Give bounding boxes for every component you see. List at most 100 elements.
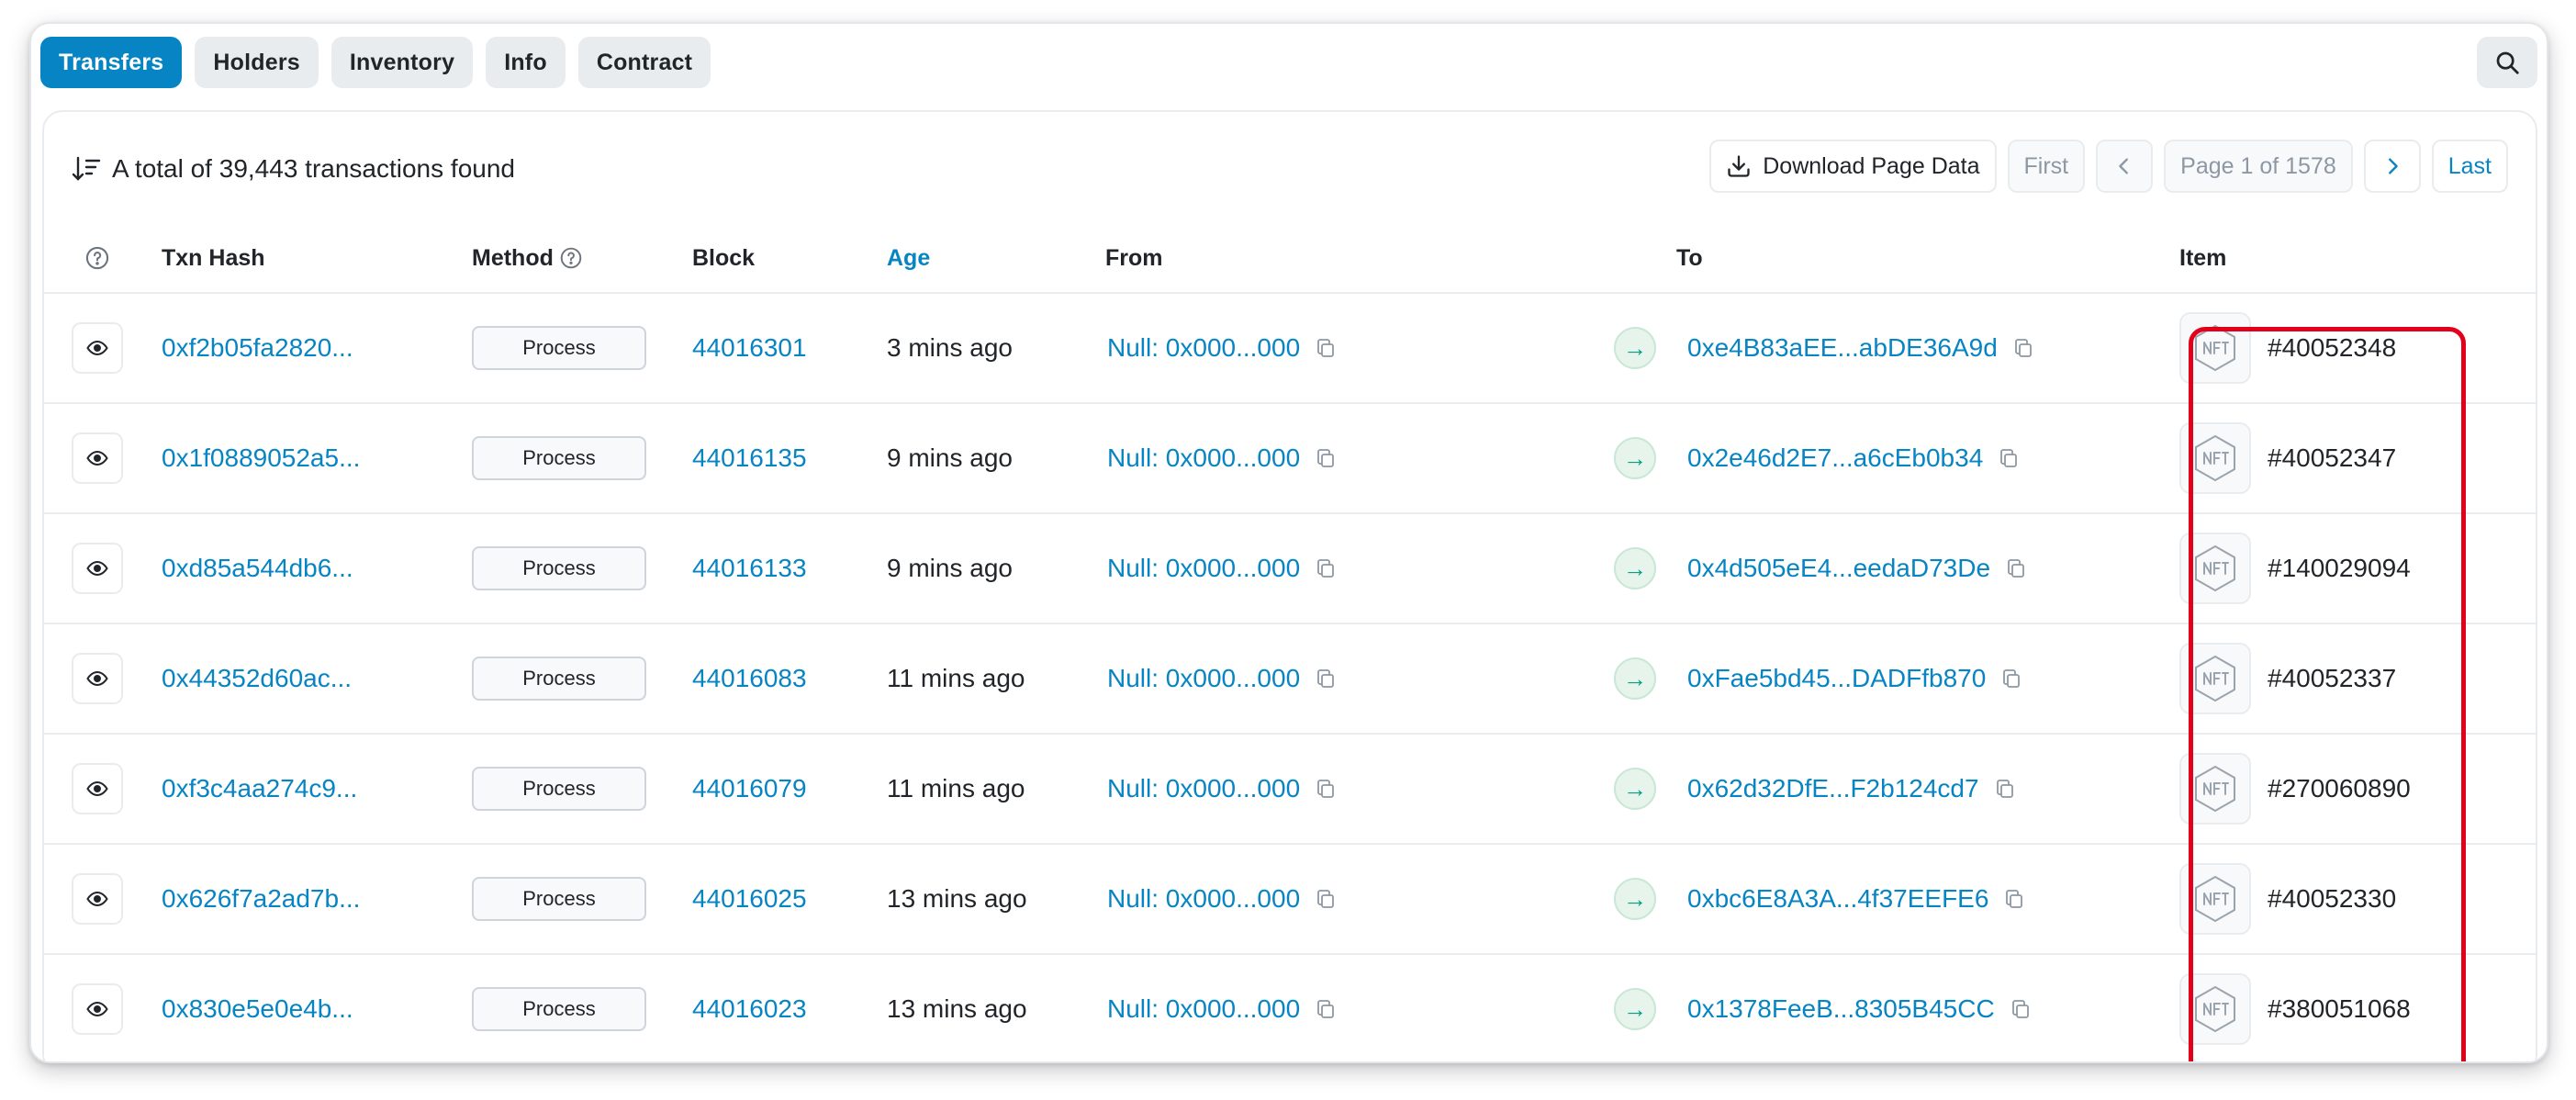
info-column-header[interactable] — [84, 222, 110, 294]
to-address-link[interactable]: 0xbc6E8A3A...4f37EEFE6 — [1687, 884, 1988, 914]
from-address-link[interactable]: Null: 0x000...000 — [1107, 554, 1300, 583]
first-page-button[interactable]: First — [2007, 140, 2086, 193]
copy-icon[interactable] — [2010, 998, 2032, 1020]
tab-inventory[interactable]: Inventory — [330, 37, 474, 88]
copy-icon[interactable] — [2012, 337, 2034, 359]
to-address-link[interactable]: 0x4d505eE4...eedaD73De — [1687, 554, 1990, 583]
tab-info[interactable]: Info — [486, 37, 566, 88]
nft-icon — [2195, 324, 2235, 372]
nft-thumbnail[interactable] — [2179, 753, 2251, 825]
from-address-link[interactable]: Null: 0x000...000 — [1107, 774, 1300, 803]
txn-hash-link[interactable]: 0x1f0889052a5... — [162, 404, 360, 512]
view-details-button[interactable] — [72, 983, 123, 1035]
block-link[interactable]: 44016025 — [692, 845, 807, 953]
block-link[interactable]: 44016083 — [692, 624, 807, 733]
from-address-link[interactable]: Null: 0x000...000 — [1107, 443, 1300, 473]
item-token-id[interactable]: #40052330 — [2268, 884, 2396, 914]
download-page-data-button[interactable]: Download Page Data — [1709, 140, 1997, 193]
to-address-link[interactable]: 0x62d32DfE...F2b124cd7 — [1687, 774, 1979, 803]
txn-hash-link[interactable]: 0xf3c4aa274c9... — [162, 735, 357, 843]
block-link[interactable]: 44016135 — [692, 404, 807, 512]
previous-page-button[interactable] — [2096, 140, 2154, 193]
nft-thumbnail[interactable] — [2179, 973, 2251, 1045]
view-details-button[interactable] — [72, 322, 123, 374]
txn-hash-link[interactable]: 0x626f7a2ad7b... — [162, 845, 360, 953]
copy-icon[interactable] — [1315, 557, 1337, 579]
block-link[interactable]: 44016301 — [692, 294, 807, 402]
view-details-button[interactable] — [72, 432, 123, 484]
view-details-button[interactable] — [72, 653, 123, 704]
from-address-link[interactable]: Null: 0x000...000 — [1107, 884, 1300, 914]
to-address-link[interactable]: 0xFae5bd45...DADFfb870 — [1687, 664, 1986, 693]
view-details-button[interactable] — [72, 763, 123, 814]
copy-icon[interactable] — [2000, 668, 2022, 690]
pagination-toolbar: Download Page Data First Page 1 of 1578 … — [1709, 140, 2508, 193]
txn-hash-link[interactable]: 0xf2b05fa2820... — [162, 294, 353, 402]
age-text: 11 mins ago — [887, 664, 1025, 692]
block-link[interactable]: 44016023 — [692, 955, 807, 1061]
age-text: 3 mins ago — [887, 333, 1013, 362]
table-row: 0xf2b05fa2820... Process 44016301 3 mins… — [44, 294, 2536, 404]
search-button[interactable] — [2477, 37, 2537, 88]
nft-thumbnail[interactable] — [2179, 312, 2251, 384]
age-header[interactable]: Age — [887, 222, 930, 294]
tab-transfers[interactable]: Transfers — [40, 37, 183, 88]
to-address-link[interactable]: 0xe4B83aEE...abDE36A9d — [1687, 333, 1998, 363]
sort-descending-icon[interactable] — [72, 155, 101, 183]
eye-icon — [86, 670, 108, 687]
table-row: 0xf3c4aa274c9... Process 44016079 11 min… — [44, 735, 2536, 845]
to-address-link[interactable]: 0x2e46d2E7...a6cEb0b34 — [1687, 443, 1983, 473]
method-badge: Process — [472, 767, 646, 811]
nft-icon — [2195, 985, 2235, 1033]
item-token-id[interactable]: #270060890 — [2268, 774, 2411, 803]
item-token-id[interactable]: #40052347 — [2268, 443, 2396, 473]
from-address-link[interactable]: Null: 0x000...000 — [1107, 333, 1300, 363]
arrow-right-icon: → — [1614, 657, 1656, 700]
copy-icon[interactable] — [1315, 668, 1337, 690]
nft-icon — [2195, 434, 2235, 482]
item-header: Item — [2179, 244, 2227, 271]
copy-icon[interactable] — [1315, 447, 1337, 469]
table-row: 0x626f7a2ad7b... Process 44016025 13 min… — [44, 845, 2536, 955]
txn-hash-link[interactable]: 0x44352d60ac... — [162, 624, 352, 733]
copy-icon[interactable] — [1994, 778, 2016, 800]
from-address-link[interactable]: Null: 0x000...000 — [1107, 994, 1300, 1024]
copy-icon[interactable] — [2003, 888, 2025, 910]
next-page-button[interactable] — [2363, 140, 2421, 193]
eye-icon — [86, 891, 108, 907]
item-token-id[interactable]: #380051068 — [2268, 994, 2411, 1024]
nft-thumbnail[interactable] — [2179, 422, 2251, 494]
from-header: From — [1105, 244, 1163, 271]
table-row: 0xd85a544db6... Process 44016133 9 mins … — [44, 514, 2536, 624]
copy-icon[interactable] — [1315, 778, 1337, 800]
from-address-link[interactable]: Null: 0x000...000 — [1107, 664, 1300, 693]
block-link[interactable]: 44016079 — [692, 735, 807, 843]
view-details-button[interactable] — [72, 543, 123, 594]
block-link[interactable]: 44016133 — [692, 514, 807, 623]
table-header: Txn Hash Method Block Age From To Item — [44, 222, 2536, 294]
copy-icon[interactable] — [1998, 447, 2020, 469]
item-token-id[interactable]: #140029094 — [2268, 554, 2411, 583]
nft-thumbnail[interactable] — [2179, 643, 2251, 714]
item-token-id[interactable]: #40052337 — [2268, 664, 2396, 693]
view-details-button[interactable] — [72, 873, 123, 925]
copy-icon[interactable] — [1315, 998, 1337, 1020]
copy-icon[interactable] — [1315, 337, 1337, 359]
txn-hash-link[interactable]: 0x830e5e0e4b... — [162, 955, 353, 1061]
tab-holders[interactable]: Holders — [195, 37, 319, 88]
item-token-id[interactable]: #40052348 — [2268, 333, 2396, 363]
txn-hash-link[interactable]: 0xd85a544db6... — [162, 514, 353, 623]
eye-icon — [86, 340, 108, 356]
method-header-label: Method — [472, 244, 554, 271]
page-indicator: Page 1 of 1578 — [2164, 140, 2353, 193]
table-row: 0x830e5e0e4b... Process 44016023 13 mins… — [44, 955, 2536, 1061]
copy-icon[interactable] — [2005, 557, 2027, 579]
nft-thumbnail[interactable] — [2179, 863, 2251, 935]
last-page-button[interactable]: Last — [2431, 140, 2508, 193]
eye-icon — [86, 450, 108, 466]
question-circle-icon[interactable] — [559, 246, 583, 270]
copy-icon[interactable] — [1315, 888, 1337, 910]
tab-contract[interactable]: Contract — [577, 37, 711, 88]
to-address-link[interactable]: 0x1378FeeB...8305B45CC — [1687, 994, 1995, 1024]
nft-thumbnail[interactable] — [2179, 533, 2251, 604]
